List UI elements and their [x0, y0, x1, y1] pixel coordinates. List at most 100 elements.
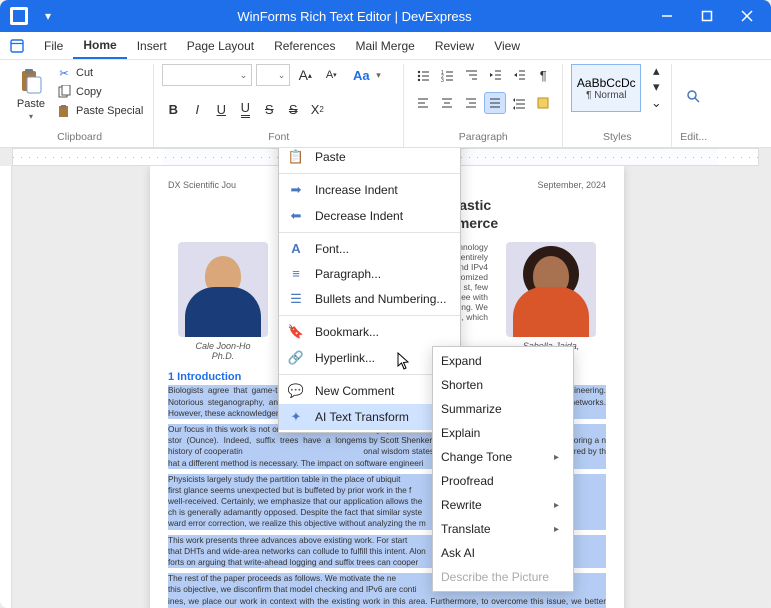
font-family-combo[interactable]: ⌄ — [162, 64, 252, 86]
paste-special-button[interactable]: Paste Special — [54, 102, 145, 120]
double-underline-button[interactable]: U — [234, 98, 256, 120]
paste-label: Paste — [17, 98, 45, 110]
style-normal[interactable]: AaBbCcDc ¶ Normal — [571, 64, 641, 112]
double-strike-button[interactable]: S — [282, 98, 304, 120]
sub-translate[interactable]: Translate▸ — [433, 517, 573, 541]
increase-indent-button[interactable] — [508, 64, 530, 86]
group-clipboard-label: Clipboard — [14, 129, 145, 147]
author-1: Cale Joon-Ho Ph.D. — [168, 242, 278, 361]
tab-insert[interactable]: Insert — [127, 32, 177, 59]
align-justify-button[interactable] — [484, 92, 506, 114]
find-button[interactable] — [683, 86, 705, 108]
group-editing: Edit... — [672, 64, 715, 147]
close-button[interactable] — [727, 0, 767, 32]
underline-button[interactable]: U — [210, 98, 232, 120]
author-1-name: Cale Joon-Ho — [168, 341, 278, 351]
chevron-right-icon: ▸ — [554, 452, 559, 463]
gallery-more-button[interactable]: ⌄ — [649, 96, 663, 110]
file-menu-icon[interactable] — [0, 39, 34, 53]
gallery-down-button[interactable]: ▾ — [649, 80, 663, 94]
sub-summarize[interactable]: Summarize — [433, 397, 573, 421]
sub-change-tone[interactable]: Change Tone▸ — [433, 445, 573, 469]
sub-explain[interactable]: Explain — [433, 421, 573, 445]
grow-font-button[interactable]: A▴ — [294, 64, 316, 86]
tab-references[interactable]: References — [264, 32, 345, 59]
titlebar: ▾ WinForms Rich Text Editor | DevExpress — [0, 0, 771, 32]
tab-page-layout[interactable]: Page Layout — [177, 32, 264, 59]
strikethrough-button[interactable]: S — [258, 98, 280, 120]
align-right-button[interactable] — [460, 92, 482, 114]
tab-mail-merge[interactable]: Mail Merge — [345, 32, 424, 59]
paste-icon: 📋 — [287, 149, 305, 165]
copy-icon — [56, 84, 72, 100]
window-title: WinForms Rich Text Editor | DevExpress — [62, 9, 647, 24]
qat-dropdown[interactable]: ▾ — [34, 9, 62, 23]
tab-view[interactable]: View — [484, 32, 530, 59]
scissors-icon: ✂ — [56, 65, 72, 81]
app-icon — [10, 7, 28, 25]
sub-proofread[interactable]: Proofread — [433, 469, 573, 493]
change-case-button[interactable]: Aa — [350, 64, 372, 86]
author-2-photo — [506, 242, 596, 337]
group-font-label: Font — [162, 129, 395, 147]
app-window: ▾ WinForms Rich Text Editor | DevExpress… — [0, 0, 771, 608]
sub-expand[interactable]: Expand — [433, 349, 573, 373]
vertical-ruler[interactable] — [0, 166, 12, 608]
author-2: Sabella Jaida, Ph.D. — [496, 242, 606, 361]
sub-ask-ai[interactable]: Ask AI — [433, 541, 573, 565]
ctx-font[interactable]: AFont... — [279, 236, 460, 261]
copy-label: Copy — [76, 86, 102, 98]
find-icon — [685, 88, 703, 106]
sub-shorten[interactable]: Shorten — [433, 373, 573, 397]
bookmark-icon: 🔖 — [287, 324, 305, 340]
font-size-combo[interactable]: ⌄ — [256, 64, 290, 86]
gallery-up-button[interactable]: ▴ — [649, 64, 663, 78]
bullets-button[interactable] — [412, 64, 434, 86]
tab-file[interactable]: File — [34, 32, 73, 59]
bold-button[interactable]: B — [162, 98, 184, 120]
link-icon: 🔗 — [287, 350, 305, 366]
author-1-deg: Ph.D. — [168, 351, 278, 361]
ctx-increase-indent[interactable]: ➡Increase Indent — [279, 177, 460, 203]
multilevel-button[interactable] — [460, 64, 482, 86]
ribbon-body: Paste ▾ ✂ Cut Copy — [0, 60, 771, 148]
group-styles: AaBbCcDc ¶ Normal ▴ ▾ ⌄ Styles — [563, 64, 672, 147]
group-clipboard: Paste ▾ ✂ Cut Copy — [6, 64, 154, 147]
copy-button[interactable]: Copy — [54, 83, 145, 101]
chevron-right-icon: ▸ — [554, 500, 559, 511]
minimize-button[interactable] — [647, 0, 687, 32]
align-left-button[interactable] — [412, 92, 434, 114]
maximize-button[interactable] — [687, 0, 727, 32]
ctx-bookmark[interactable]: 🔖Bookmark... — [279, 319, 460, 345]
svg-text:3: 3 — [441, 78, 444, 82]
ribbon-tabs: File Home Insert Page Layout References … — [0, 32, 771, 60]
ctx-decrease-indent[interactable]: ⬅Decrease Indent — [279, 203, 460, 229]
paste-button[interactable]: Paste ▾ — [14, 64, 48, 123]
indent-right-icon: ➡ — [287, 182, 305, 198]
shading-button[interactable] — [532, 92, 554, 114]
tab-review[interactable]: Review — [425, 32, 484, 59]
show-marks-button[interactable]: ¶ — [532, 64, 554, 86]
group-styles-label: Styles — [571, 129, 663, 147]
group-paragraph: 123 ¶ — [404, 64, 563, 147]
line-spacing-button[interactable] — [508, 92, 530, 114]
font-icon: A — [287, 241, 305, 256]
paste-special-icon — [56, 103, 72, 119]
ctx-paste[interactable]: 📋Paste — [279, 148, 460, 170]
ai-submenu: Expand Shorten Summarize Explain Change … — [432, 346, 574, 592]
align-center-button[interactable] — [436, 92, 458, 114]
numbering-button[interactable]: 123 — [436, 64, 458, 86]
decrease-indent-button[interactable] — [484, 64, 506, 86]
author-1-photo — [178, 242, 268, 337]
shrink-font-button[interactable]: A▾ — [320, 64, 342, 86]
chevron-right-icon: ▸ — [554, 524, 559, 535]
tab-home[interactable]: Home — [73, 32, 126, 59]
cut-button[interactable]: ✂ Cut — [54, 64, 145, 82]
italic-button[interactable]: I — [186, 98, 208, 120]
ctx-bullets-numbering[interactable]: ☰Bullets and Numbering... — [279, 286, 460, 312]
document-area: DX Scientific Jou September, 2024 chasti… — [0, 148, 771, 608]
subscript-button[interactable]: X2 — [306, 98, 328, 120]
paragraph-icon: ≡ — [287, 266, 305, 281]
sub-rewrite[interactable]: Rewrite▸ — [433, 493, 573, 517]
ctx-paragraph[interactable]: ≡Paragraph... — [279, 261, 460, 286]
